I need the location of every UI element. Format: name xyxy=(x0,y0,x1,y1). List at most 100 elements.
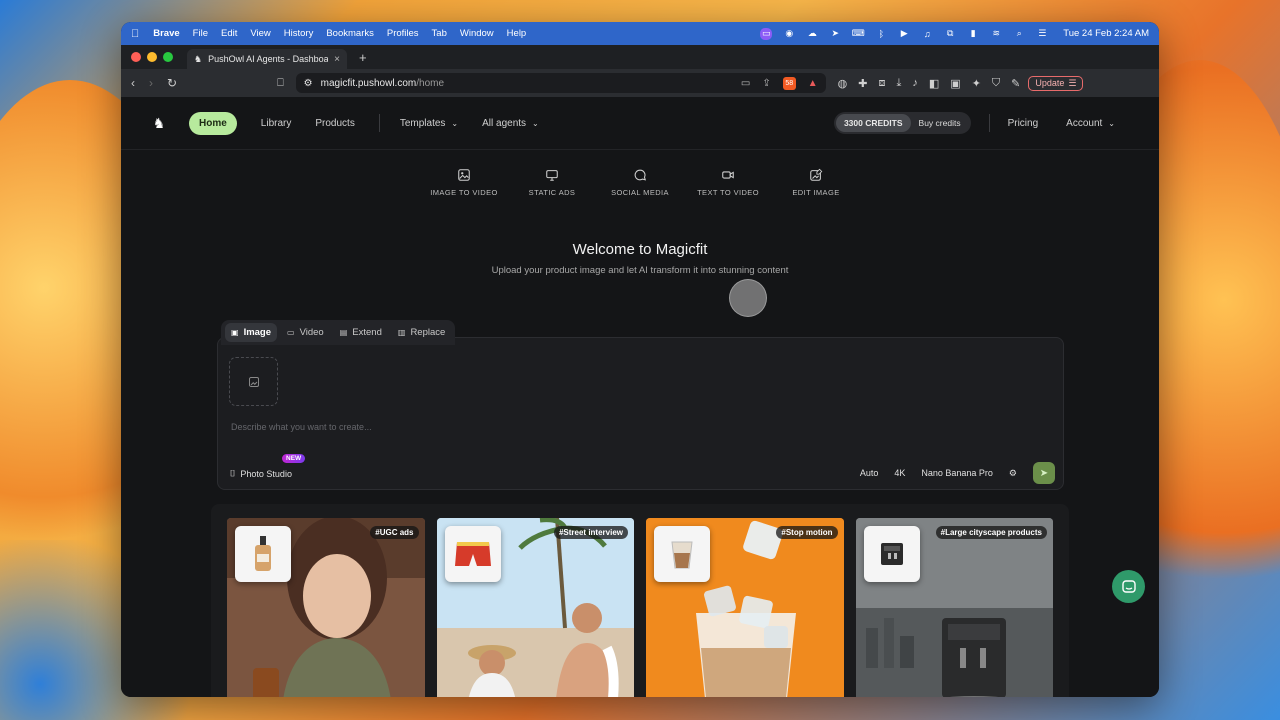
address-bar[interactable]: ⚙ magicfit.pushowl.com/home ▭ ⇪ 58 ▲ xyxy=(295,73,826,93)
edit-image-icon xyxy=(810,168,823,181)
template-card[interactable]: #Large cityscape products xyxy=(855,518,1053,697)
nav-account[interactable]: Account ⌄ xyxy=(1066,118,1115,129)
leo-ai-icon[interactable]: ✦ xyxy=(972,77,981,90)
template-card[interactable]: #Stop motion xyxy=(646,518,844,697)
tab-image[interactable]: ▣ Image xyxy=(225,323,278,342)
mode-social-media[interactable]: SOCIAL MEDIA xyxy=(611,168,669,197)
pen-icon[interactable]: ✎ xyxy=(1011,77,1020,90)
prompt-input[interactable]: Describe what you want to create... xyxy=(231,422,372,432)
menubar-clock[interactable]: Tue 24 Feb 2:24 AM xyxy=(1063,28,1149,39)
menu-history[interactable]: History xyxy=(284,28,314,39)
image-upload-button[interactable] xyxy=(229,357,278,406)
mode-edit-image[interactable]: EDIT IMAGE xyxy=(787,168,845,197)
new-tab-button[interactable]: + xyxy=(359,50,367,65)
image-icon xyxy=(458,169,470,181)
wifi-icon[interactable]: ≋ xyxy=(990,28,1002,40)
tab-image-label: Image xyxy=(243,327,272,338)
search-icon[interactable]: ⌕ xyxy=(1013,28,1025,40)
play-icon[interactable]: ▶ xyxy=(898,28,910,40)
menu-edit[interactable]: Edit xyxy=(221,28,237,39)
mode-static-ads[interactable]: STATIC ADS xyxy=(523,168,581,197)
update-button[interactable]: Update ☰ xyxy=(1028,75,1084,91)
aspect-select[interactable]: Auto xyxy=(860,468,879,478)
address-bar-actions: ▭ ⇪ 58 ▲ xyxy=(741,76,818,90)
magicfit-logo-icon[interactable]: ♞ xyxy=(151,114,167,132)
nav-products[interactable]: Products xyxy=(315,118,354,129)
composer-tabs: ▣ Image ▭ Video ▤ Extend ▥ Replace xyxy=(221,320,456,345)
cast-icon[interactable]: ▭ xyxy=(741,78,750,89)
share-icon[interactable]: ⇪ xyxy=(762,78,770,89)
settings-gear-icon[interactable]: ⚙ xyxy=(1009,468,1017,479)
send-button[interactable]: ➤ xyxy=(1033,462,1055,484)
menu-profiles[interactable]: Profiles xyxy=(387,28,419,39)
bookmark-icon[interactable]: ⎕ xyxy=(277,77,284,90)
nav-pricing[interactable]: Pricing xyxy=(1008,118,1039,129)
resolution-select[interactable]: 4K xyxy=(894,468,905,478)
nav-templates[interactable]: Templates ⌄ xyxy=(400,118,458,129)
mode-label: IMAGE TO VIDEO xyxy=(430,188,498,197)
nav-library[interactable]: Library xyxy=(261,118,292,129)
download-icon[interactable]: ⤓ xyxy=(897,77,902,90)
nav-home[interactable]: Home xyxy=(189,111,237,135)
keyboard-icon[interactable]: ⌨ xyxy=(852,28,865,40)
brave-rewards-icon[interactable]: ▲ xyxy=(808,78,818,89)
site-settings-icon[interactable]: ⚙ xyxy=(304,78,313,89)
screen-share-icon[interactable]: ⧉ xyxy=(944,28,956,40)
brave-shields-icon[interactable]: 58 xyxy=(782,76,796,90)
extensions-icon[interactable]: ✚ xyxy=(858,77,867,90)
telegram-icon[interactable]: ➤ xyxy=(829,28,841,40)
favicon-icon: ♞ xyxy=(194,53,203,64)
screenshot-icon[interactable]: ⧈ xyxy=(879,77,886,90)
menu-window[interactable]: Window xyxy=(460,28,494,39)
window-controls xyxy=(131,52,173,62)
menu-view[interactable]: View xyxy=(250,28,270,39)
shield-icon[interactable]: ⛉ xyxy=(992,77,1000,90)
model-select[interactable]: Nano Banana Pro xyxy=(921,468,993,478)
mode-label: STATIC ADS xyxy=(528,188,576,197)
nav-all-agents-label: All agents xyxy=(482,117,527,129)
vpn-icon[interactable]: ◍ xyxy=(838,77,848,90)
sidebar-icon[interactable]: ◧ xyxy=(929,77,939,90)
mode-image-to-video[interactable]: IMAGE TO VIDEO xyxy=(430,168,497,197)
tab-video[interactable]: ▭ Video xyxy=(281,323,330,342)
tab-extend[interactable]: ▤ Extend xyxy=(334,323,388,342)
menu-bookmarks[interactable]: Bookmarks xyxy=(326,28,374,39)
bluetooth-icon[interactable]: ᛒ xyxy=(875,28,887,40)
replace-icon: ▥ xyxy=(397,328,406,337)
menu-file[interactable]: File xyxy=(193,28,208,39)
menu-app-name[interactable]: Brave xyxy=(153,28,179,39)
reload-icon[interactable]: ↻ xyxy=(167,76,177,90)
wallet-icon[interactable]: ▣ xyxy=(950,77,960,90)
tab-replace-label: Replace xyxy=(410,327,446,338)
browser-window:  Brave File Edit View History Bookmarks… xyxy=(121,22,1159,697)
template-card[interactable]: #Street interview xyxy=(436,518,634,697)
battery-icon[interactable]: ▮ xyxy=(967,28,979,40)
tab-replace[interactable]: ▥ Replace xyxy=(392,323,451,342)
buy-credits-button[interactable]: Buy credits xyxy=(911,118,969,128)
app-status-icon[interactable]: ◉ xyxy=(783,28,795,40)
media-icon[interactable]: ♪ xyxy=(912,77,918,89)
new-badge: NEW xyxy=(282,454,306,463)
menu-tab[interactable]: Tab xyxy=(432,28,447,39)
nav-all-agents[interactable]: All agents ⌄ xyxy=(482,118,539,129)
monitor-icon xyxy=(546,170,558,181)
browser-tab[interactable]: ♞ PushOwl AI Agents - Dashboard × xyxy=(187,49,347,69)
close-window-button[interactable] xyxy=(131,52,141,62)
apple-icon[interactable]:  xyxy=(131,28,139,40)
menu-help[interactable]: Help xyxy=(507,28,527,39)
cloud-icon[interactable]: ☁ xyxy=(806,28,818,40)
url-text: magicfit.pushowl.com/home xyxy=(320,77,445,89)
back-icon[interactable]: ‹ xyxy=(131,76,135,90)
zoom-window-button[interactable] xyxy=(163,52,173,62)
photo-studio-button[interactable]: ⌷ Photo Studio xyxy=(230,468,292,479)
close-tab-button[interactable]: × xyxy=(334,54,340,65)
support-chat-button[interactable] xyxy=(1112,570,1145,603)
forward-icon[interactable]: › xyxy=(149,76,153,90)
headphones-icon[interactable]: ♫ xyxy=(921,28,933,40)
minimize-window-button[interactable] xyxy=(147,52,157,62)
template-card[interactable]: #UGC ads xyxy=(227,518,425,697)
mode-text-to-video[interactable]: TEXT TO VIDEO xyxy=(697,168,759,197)
tab-title: PushOwl AI Agents - Dashboard xyxy=(208,54,329,64)
screen-record-icon[interactable]: ▭ xyxy=(760,27,773,40)
control-center-icon[interactable]: ☰ xyxy=(1036,28,1048,40)
